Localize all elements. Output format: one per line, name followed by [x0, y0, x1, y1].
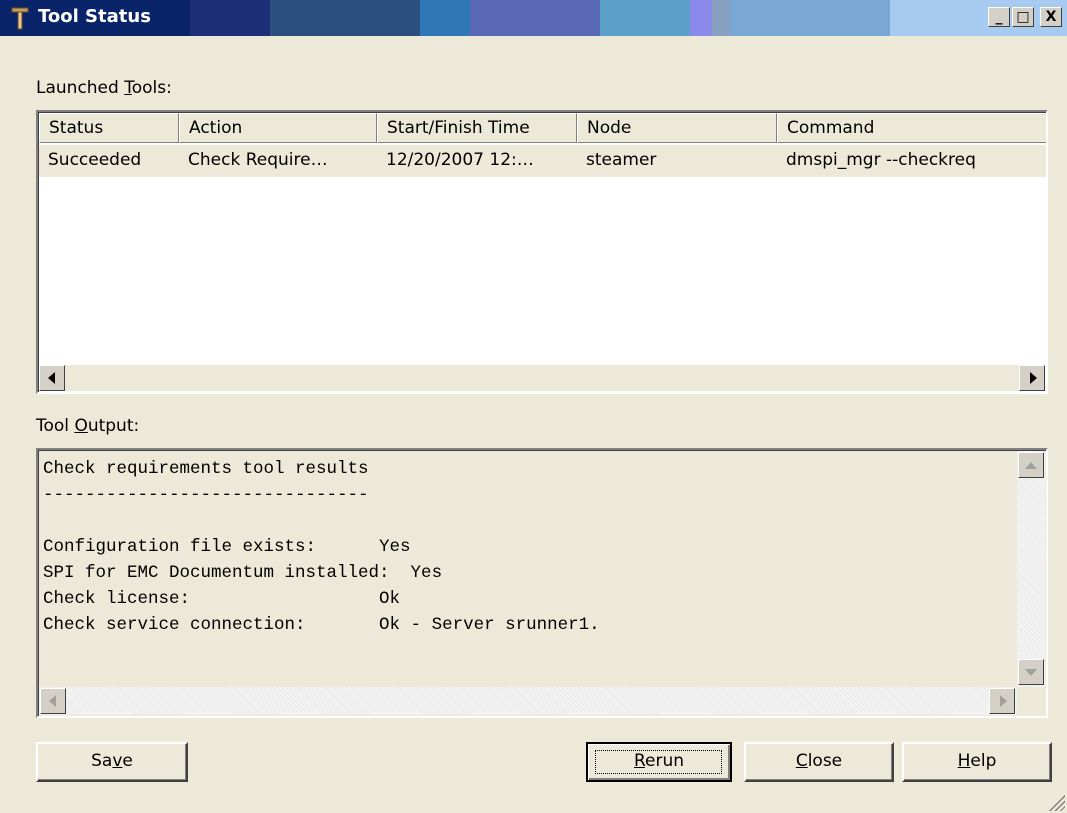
launched-tools-label: Launched Tools:	[36, 78, 172, 98]
save-button[interactable]: Save	[36, 742, 188, 782]
arrow-up-icon	[1025, 462, 1037, 469]
close-button[interactable]: Close	[744, 742, 894, 782]
column-header-command[interactable]: Command	[777, 113, 1046, 143]
column-header-action[interactable]: Action	[179, 113, 377, 143]
arrow-left-icon	[49, 695, 56, 707]
help-button[interactable]: Help	[902, 742, 1052, 782]
launched-tools-list[interactable]: Status Action Start/Finish Time Node Com…	[36, 110, 1048, 394]
column-header-node[interactable]: Node	[577, 113, 777, 143]
focus-rectangle	[595, 750, 722, 774]
column-header-status[interactable]: Status	[39, 113, 179, 143]
arrow-down-icon	[1025, 669, 1037, 676]
tool-status-window: Tool Status _ □ X Launched Tools: Status…	[0, 0, 1067, 813]
output-horizontal-scrollbar[interactable]	[39, 687, 1017, 715]
table-row[interactable]: Succeeded Check Require… 12/20/2007 12:……	[39, 145, 1046, 177]
list-horizontal-scrollbar[interactable]	[39, 365, 1045, 391]
row-command: dmspi_mgr --checkreq	[786, 150, 976, 170]
tool-output-label: Tool Output:	[36, 416, 140, 436]
hammer-icon	[11, 7, 29, 30]
output-text: Check requirements tool results --------…	[43, 459, 600, 635]
close-window-button[interactable]: X	[1040, 7, 1062, 27]
output-scroll-left-button[interactable]	[40, 688, 66, 714]
row-action: Check Require…	[188, 150, 328, 170]
row-node: steamer	[586, 150, 657, 170]
scroll-up-button[interactable]	[1018, 452, 1044, 478]
resize-grip-icon[interactable]	[1047, 793, 1065, 811]
rerun-button[interactable]: Rerun	[586, 742, 732, 782]
arrow-right-icon	[1030, 372, 1037, 384]
column-header-time[interactable]: Start/Finish Time	[377, 113, 577, 143]
tool-output-textarea[interactable]: Check requirements tool results --------…	[36, 448, 1048, 718]
scroll-right-button[interactable]	[1019, 365, 1045, 391]
output-vertical-scrollbar[interactable]	[1017, 451, 1045, 687]
minimize-button[interactable]: _	[988, 7, 1010, 27]
scroll-down-button[interactable]	[1018, 659, 1044, 685]
scroll-left-button[interactable]	[39, 365, 65, 391]
list-header: Status Action Start/Finish Time Node Com…	[39, 113, 1046, 143]
maximize-button[interactable]: □	[1012, 7, 1034, 27]
scrollbar-corner	[1017, 687, 1045, 715]
arrow-right-icon	[1000, 695, 1007, 707]
window-title: Tool Status	[38, 6, 151, 27]
output-scroll-right-button[interactable]	[989, 688, 1015, 714]
arrow-left-icon	[48, 372, 55, 384]
row-status: Succeeded	[48, 150, 142, 170]
title-bar[interactable]: Tool Status _ □ X	[0, 0, 1067, 36]
row-time: 12/20/2007 12:…	[386, 150, 534, 170]
